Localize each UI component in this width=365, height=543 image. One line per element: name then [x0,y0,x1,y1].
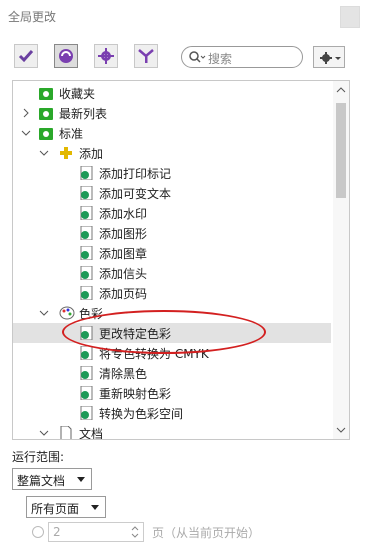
fixup-doc-icon [79,265,93,281]
tree-item-label: 添加图章 [99,247,148,261]
fixup-icon [59,49,73,63]
tree-item-convert-color-space[interactable]: 转换为色彩空间 [13,403,331,423]
folder-icon [39,86,53,100]
panel-menu-button[interactable] [340,6,360,28]
tree-item-favorites[interactable]: 收藏夹 [13,83,331,103]
chevron-down-icon[interactable] [39,308,49,318]
page-hint-label: 页（从当前页开始） [152,526,261,540]
tree-item-add[interactable]: 添加 [13,143,331,163]
tree-item-label: 添加图形 [99,227,148,241]
tree-item-label: 转换为色彩空间 [99,407,184,421]
checkmark-button[interactable] [14,44,38,68]
tree-item-add-print-marks[interactable]: 添加打印标记 [13,163,331,183]
page-number-value: 2 [53,525,61,539]
filter-button[interactable] [134,44,158,68]
tree-item-label: 标准 [59,127,84,141]
highlight-ellipse [62,310,266,354]
search-placeholder: 搜索 [208,52,233,66]
fixup-tree[interactable]: 收藏夹 最新列表 标准 添加 添加打印标记 添加可变文本 添加水印 添加图形 添… [12,80,350,440]
fixup-doc-icon [79,285,93,301]
document-scope-value: 整篇文档 [17,474,66,488]
tree-item-add-stamp[interactable]: 添加图章 [13,243,331,263]
page-number-stepper[interactable]: 2 [48,522,144,542]
tree-item-add-page-numbers[interactable]: 添加页码 [13,283,331,303]
tree-item-clear-black[interactable]: 清除黑色 [13,363,331,383]
page-scope-select[interactable]: 所有页面 [26,496,106,518]
stepper-arrows-icon[interactable] [131,525,139,539]
tree-item-document[interactable]: 文档 [13,423,331,440]
gear-icon [98,48,114,64]
tree-item-add-variable-text[interactable]: 添加可变文本 [13,183,331,203]
tree-item-add-letterhead[interactable]: 添加信头 [13,263,331,283]
from-page-radio[interactable] [32,526,44,538]
settings-button[interactable] [94,44,118,68]
tree-item-add-graphic[interactable]: 添加图形 [13,223,331,243]
folder-icon [39,126,53,140]
fixup-doc-icon [79,365,93,381]
fixup-doc-icon [79,165,93,181]
fixup-doc-icon [79,205,93,221]
tree-item-label: 添加页码 [99,287,148,301]
chevron-right-icon[interactable] [21,108,31,118]
search-input[interactable]: 搜索 [181,46,303,68]
fixup-doc-icon [79,185,93,201]
palette-icon [59,306,75,320]
fixup-doc-icon [79,225,93,241]
fixup-doc-icon [79,405,93,421]
dropdown-arrow-icon [77,477,85,482]
search-icon [189,51,206,63]
tree-item-label: 添加信头 [99,267,148,281]
fixup-doc-icon [79,345,93,361]
chevron-up-icon[interactable] [333,83,349,97]
tree-item-label: 添加 [79,147,104,161]
fixup-doc-icon [79,385,93,401]
document-icon [59,425,73,439]
panel-title: 全局更改 [8,10,57,24]
tree-item-label: 添加水印 [99,207,148,221]
fixup-doc-icon [79,245,93,261]
plus-icon [59,146,73,160]
filter-icon [138,49,154,63]
document-scope-select[interactable]: 整篇文档 [12,468,92,490]
tree-item-label: 清除黑色 [99,367,148,381]
tree-item-recent[interactable]: 最新列表 [13,103,331,123]
page-scope-value: 所有页面 [31,502,80,516]
tree-item-label: 最新列表 [59,107,108,121]
tree-item-label: 文档 [79,427,104,440]
tree-item-standard[interactable]: 标准 [13,123,331,143]
gear-menu-icon [320,52,341,64]
dropdown-arrow-icon [91,505,99,510]
scrollbar-thumb[interactable] [336,103,346,198]
chevron-down-icon[interactable] [333,423,349,437]
tree-item-label: 重新映射色彩 [99,387,172,401]
tree-item-label: 添加打印标记 [99,167,172,181]
chevron-down-icon[interactable] [21,128,31,138]
chevron-down-icon[interactable] [39,428,49,438]
tree-item-add-watermark[interactable]: 添加水印 [13,203,331,223]
tree-item-label: 添加可变文本 [99,187,172,201]
tree-scrollbar[interactable] [333,81,349,439]
tree-item-remap-color[interactable]: 重新映射色彩 [13,383,331,403]
checkmark-icon [18,50,34,63]
run-scope-label: 运行范围: [12,450,65,464]
tree-item-label: 收藏夹 [59,87,96,101]
chevron-down-icon[interactable] [39,148,49,158]
options-menu-button[interactable] [313,46,345,68]
folder-icon [39,106,53,120]
fixup-button[interactable] [54,44,78,68]
